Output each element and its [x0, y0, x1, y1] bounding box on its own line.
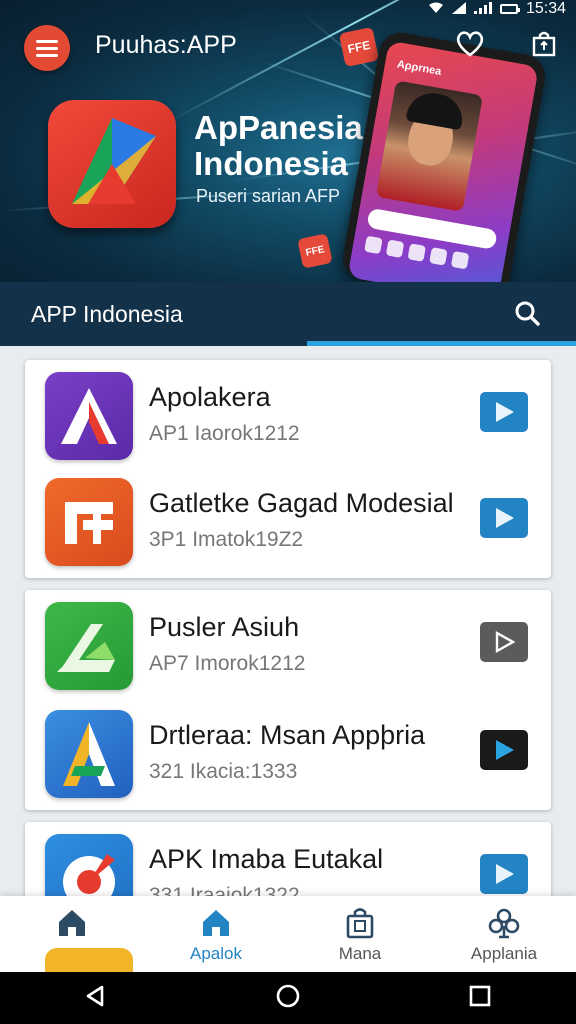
tab-label: Mana: [338, 944, 382, 963]
list-item[interactable]: Drtleraa: Msan Appþria 321 Ikacia:1333: [25, 698, 551, 798]
section-title: APP Indonesia: [31, 301, 183, 327]
status-time: 15:34: [525, 0, 566, 17]
play-button[interactable]: [480, 498, 528, 538]
tab-applania[interactable]: Applania: [432, 896, 576, 972]
cart-button[interactable]: [528, 28, 560, 60]
phone-label: Aρρrnea: [396, 58, 443, 78]
app-name: Apolakera: [149, 382, 271, 412]
heart-icon: [456, 31, 484, 57]
battery-icon: [499, 4, 520, 14]
search-icon: [515, 301, 540, 326]
home-icon: [59, 910, 85, 936]
brand-name: ApPanesia Indonesia: [194, 110, 363, 182]
brand-logo-icon: [48, 100, 176, 228]
app-meta: 321 Ikacia:1333: [149, 760, 298, 783]
hero-banner: FFE FFE ApPanesia Indonesia Puseri saria…: [0, 0, 576, 282]
tab-apalok[interactable]: Apalok: [144, 896, 288, 972]
app-card: Pusler Asiuh AP7 Imorok1212 Drtleraa: Ms…: [25, 590, 551, 810]
menu-icon: [36, 39, 58, 43]
portrait-image: [375, 80, 483, 212]
recents-button[interactable]: [468, 984, 492, 1013]
bag-icon: [346, 908, 374, 939]
club-icon: [488, 908, 520, 939]
play-button[interactable]: [480, 730, 528, 770]
app-meta: 3P1 Imatok19Z2: [149, 528, 304, 551]
play-icon: [495, 630, 516, 654]
back-button[interactable]: [84, 984, 108, 1013]
play-button[interactable]: [480, 392, 528, 432]
app-card: Apolakera AP1 Iaorok1212 Gatletke Gagad …: [25, 360, 551, 578]
tab-mana[interactable]: Mana: [288, 896, 432, 972]
favorite-button[interactable]: [454, 28, 486, 60]
app-title: Puuhas:APP: [95, 31, 237, 59]
app-name: Pusler Asiuh: [149, 612, 300, 642]
play-button[interactable]: [480, 854, 528, 894]
app-name: Gatletke Gagad Modesial: [149, 488, 454, 518]
list-item[interactable]: Pusler Asiuh AP7 Imorok1212: [25, 590, 551, 690]
sticker-label: FFE: [304, 243, 326, 259]
sticker-label: FFE: [346, 37, 372, 57]
back-icon: [86, 985, 103, 1006]
phone-illustration: Aρρrnea: [339, 29, 549, 282]
tab-label: Apalok: [190, 944, 242, 963]
app-name: APK Imaba Eutakal: [149, 844, 384, 874]
wifi-icon: [428, 2, 444, 17]
play-button[interactable]: [480, 622, 528, 662]
play-icon: [496, 508, 514, 528]
drtleraa-icon: [45, 710, 133, 798]
section-navbar: APP Indonesia: [0, 282, 576, 346]
partial-app-icon: [45, 948, 133, 972]
menu-button[interactable]: [24, 25, 70, 71]
tab-indicator: [307, 341, 576, 346]
brand-name-line1: ApPanesia: [194, 109, 363, 146]
status-bar: 15:34: [0, 0, 576, 18]
signal-icon: [451, 1, 466, 17]
tab-label: Applania: [470, 944, 538, 963]
sticker-badge: FFE: [297, 233, 333, 269]
play-icon: [496, 864, 514, 884]
pusler-icon: [45, 602, 133, 690]
apolakera-icon: [45, 372, 133, 460]
home-icon: [203, 910, 229, 936]
brand-name-line2: Indonesia: [194, 145, 349, 182]
search-button[interactable]: [510, 296, 544, 330]
recents-icon: [470, 985, 491, 1006]
brand-subtitle: Puseri sarian AFP: [196, 186, 341, 206]
app-meta: AP1 Iaorok1212: [149, 422, 300, 445]
list-item[interactable]: Apolakera AP1 Iaorok1212: [25, 360, 551, 460]
gatletke-icon: [45, 478, 133, 566]
home-circle-icon: [276, 984, 300, 1007]
home-button[interactable]: [275, 983, 301, 1014]
sticker-badge: FFE: [338, 26, 380, 68]
shopping-bag-icon: [532, 31, 556, 57]
app-meta: AP7 Imorok1212: [149, 652, 306, 675]
play-icon: [496, 402, 514, 422]
system-navigation-bar: [0, 972, 576, 1024]
app-name: Drtleraa: Msan Appþria: [149, 720, 426, 750]
play-icon: [496, 740, 514, 760]
signal-icon: [473, 1, 492, 17]
list-item[interactable]: Gatletke Gagad Modesial 3P1 Imatok19Z2: [25, 466, 551, 566]
